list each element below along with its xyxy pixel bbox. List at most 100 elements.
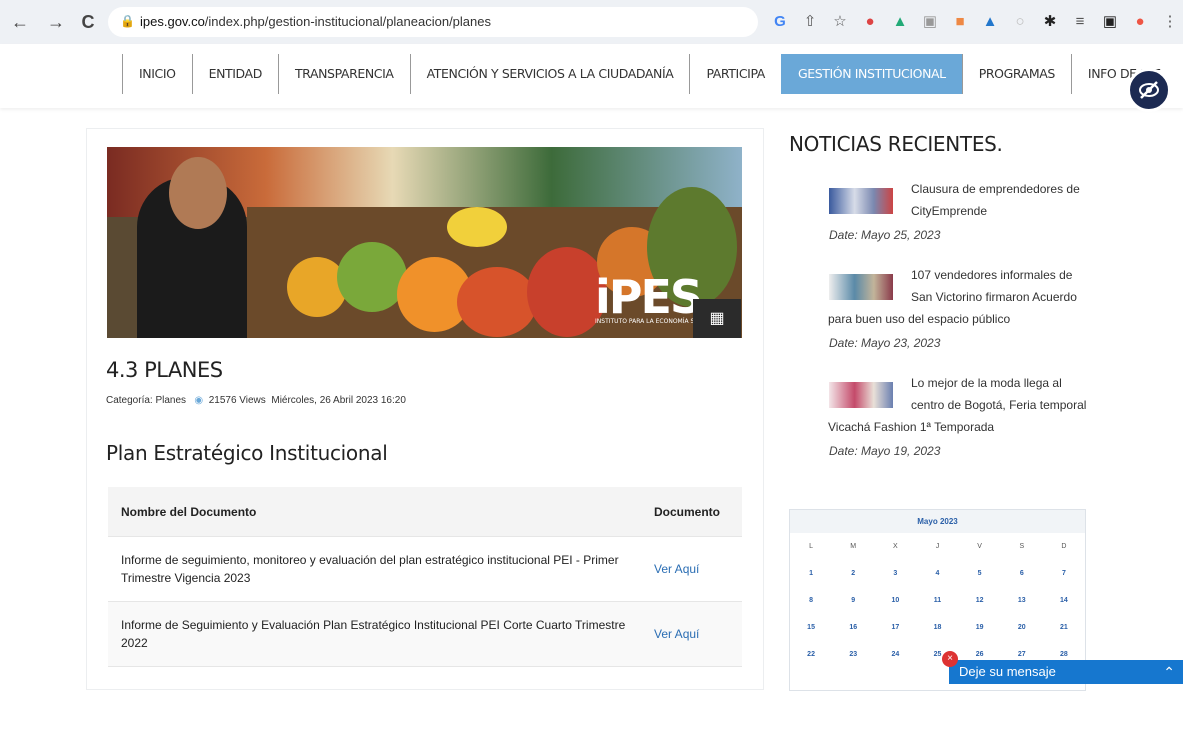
- weekday-label: J: [916, 533, 958, 560]
- views-count: 21576 Views: [209, 395, 266, 406]
- menu-icon[interactable]: ⋮: [1160, 12, 1180, 32]
- nav-item-inicio[interactable]: INICIO: [122, 54, 192, 94]
- star-icon[interactable]: ☆: [830, 12, 850, 32]
- extension-icon[interactable]: ■: [950, 12, 970, 32]
- profile-icon[interactable]: ●: [1130, 12, 1150, 32]
- news-title-line[interactable]: Vicachá Fashion 1ª Temporada: [828, 416, 1108, 438]
- news-title-line[interactable]: centro de Bogotá, Feria temporal: [911, 394, 1101, 416]
- nav-item-participa[interactable]: PARTICIPA: [689, 54, 781, 94]
- logo-text: iPES: [595, 270, 701, 324]
- site-navigation: INICIO ENTIDAD TRANSPARENCIA ATENCIÓN Y …: [0, 44, 1183, 108]
- calendar-day[interactable]: 12: [959, 587, 1001, 614]
- news-date: Date: Mayo 19, 2023: [829, 444, 940, 458]
- news-date: Date: Mayo 25, 2023: [829, 228, 940, 242]
- puzzle-icon[interactable]: ✱: [1040, 12, 1060, 32]
- calendar-day[interactable]: 22: [790, 641, 832, 668]
- url-path: /index.php/gestion-institucional/planeac…: [205, 14, 491, 29]
- address-bar[interactable]: 🔒 ipes.gov.co/index.php/gestion-instituc…: [108, 7, 758, 37]
- calendar-grid: L M X J V S D 1 2 3 4 5 6 7 8 9 10 11 12…: [790, 533, 1085, 668]
- extension-icon[interactable]: ●: [860, 12, 880, 32]
- calendar-day[interactable]: 7: [1043, 560, 1085, 587]
- calendar-day[interactable]: 8: [790, 587, 832, 614]
- lock-icon: 🔒: [120, 14, 135, 28]
- chevron-up-icon[interactable]: ⌃: [1163, 660, 1175, 684]
- ver-aqui-link[interactable]: Ver Aquí: [654, 562, 699, 576]
- extension-icon[interactable]: ○: [1010, 12, 1030, 32]
- calendar-week: 15 16 17 18 19 20 21: [790, 614, 1085, 641]
- calendar-day[interactable]: 15: [790, 614, 832, 641]
- calendar-day[interactable]: 18: [916, 614, 958, 641]
- chat-label[interactable]: Deje su mensaje: [959, 660, 1056, 684]
- reload-button[interactable]: C: [78, 12, 98, 32]
- extension-icon[interactable]: ▲: [890, 12, 910, 32]
- news-title-line[interactable]: CityEmprende: [911, 200, 1101, 222]
- calendar-day[interactable]: 23: [832, 641, 874, 668]
- calendar-day[interactable]: 14: [1043, 587, 1085, 614]
- nav-item-programas[interactable]: PROGRAMAS: [962, 54, 1071, 94]
- news-title-line[interactable]: para buen uso del espacio público: [828, 308, 1108, 330]
- back-button[interactable]: ←: [10, 12, 30, 32]
- main-menu: INICIO ENTIDAD TRANSPARENCIA ATENCIÓN Y …: [122, 54, 1176, 94]
- table-row: Informe de Seguimiento y Evaluación Plan…: [108, 602, 742, 667]
- news-title-line[interactable]: Lo mejor de la moda llega al: [911, 372, 1101, 394]
- close-icon[interactable]: ×: [942, 651, 958, 667]
- calendar-day[interactable]: 19: [959, 614, 1001, 641]
- weekday-label: D: [1043, 533, 1085, 560]
- table-header: Nombre del Documento Documento: [108, 487, 742, 537]
- calendar-month[interactable]: Mayo 2023: [790, 510, 1085, 533]
- share-icon[interactable]: ⇧: [800, 12, 820, 32]
- translate-icon[interactable]: G: [770, 12, 790, 32]
- nav-item-atencion[interactable]: ATENCIÓN Y SERVICIOS A LA CIUDADANÍA: [410, 54, 690, 94]
- nav-item-transparencia[interactable]: TRANSPARENCIA: [278, 54, 410, 94]
- url-text: ipes.gov.co/index.php/gestion-institucio…: [140, 14, 491, 29]
- category-link[interactable]: Categoría: Planes: [106, 395, 186, 406]
- calendar-day[interactable]: 17: [874, 614, 916, 641]
- news-title-line[interactable]: San Victorino firmaron Acuerdo: [911, 286, 1101, 308]
- calendar-day[interactable]: 24: [874, 641, 916, 668]
- weekday-label: M: [832, 533, 874, 560]
- document-name: Informe de seguimiento, monitoreo y eval…: [108, 537, 641, 602]
- playlist-icon[interactable]: ≡: [1070, 12, 1090, 32]
- calendar-day[interactable]: 3: [874, 560, 916, 587]
- document-name: Informe de Seguimiento y Evaluación Plan…: [108, 602, 641, 667]
- news-thumbnail[interactable]: [829, 188, 893, 214]
- ver-aqui-link[interactable]: Ver Aquí: [654, 627, 699, 641]
- calendar-day[interactable]: 4: [916, 560, 958, 587]
- section-title: Plan Estratégico Institucional: [106, 441, 387, 465]
- calendar-day[interactable]: 13: [1001, 587, 1043, 614]
- weekday-label: V: [959, 533, 1001, 560]
- calendar-week: 1 2 3 4 5 6 7: [790, 560, 1085, 587]
- browser-toolbar: ← → C 🔒 ipes.gov.co/index.php/gestion-in…: [0, 0, 1183, 45]
- news-title-line[interactable]: Clausura de emprendedores de: [911, 178, 1101, 200]
- calendar-day[interactable]: 2: [832, 560, 874, 587]
- calendar-day[interactable]: 5: [959, 560, 1001, 587]
- drive-icon[interactable]: ▲: [980, 12, 1000, 32]
- browser-extensions: G ⇧ ☆ ● ▲ ▣ ■ ▲ ○ ✱ ≡ ▣ ● ⋮: [770, 11, 1180, 33]
- calendar-day[interactable]: 16: [832, 614, 874, 641]
- column-header-document: Documento: [641, 487, 742, 537]
- nav-item-entidad[interactable]: ENTIDAD: [192, 54, 278, 94]
- weekday-label: X: [874, 533, 916, 560]
- calendar-day[interactable]: 10: [874, 587, 916, 614]
- article-meta: Categoría: Planes ◉ 21576 Views Miércole…: [106, 395, 406, 406]
- image-icon[interactable]: ▦: [693, 299, 741, 338]
- calendar-day[interactable]: 1: [790, 560, 832, 587]
- eye-slash-icon: [1138, 79, 1160, 101]
- camera-icon[interactable]: ▣: [920, 12, 940, 32]
- calendar-day[interactable]: 9: [832, 587, 874, 614]
- page-title: 4.3 PLANES: [106, 358, 223, 382]
- news-thumbnail[interactable]: [829, 274, 893, 300]
- nav-item-gestion-institucional[interactable]: GESTIÓN INSTITUCIONAL: [781, 54, 962, 94]
- forward-button[interactable]: →: [46, 12, 66, 32]
- recent-news-heading: NOTICIAS RECIENTES.: [789, 132, 1003, 156]
- chat-bar[interactable]: Deje su mensaje ⌃: [949, 660, 1183, 684]
- news-thumbnail[interactable]: [829, 382, 893, 408]
- url-host: ipes.gov.co: [140, 14, 205, 29]
- calendar-day[interactable]: 11: [916, 587, 958, 614]
- calendar-day[interactable]: 21: [1043, 614, 1085, 641]
- calendar-day[interactable]: 6: [1001, 560, 1043, 587]
- accessibility-button[interactable]: [1127, 68, 1171, 112]
- sidepanel-icon[interactable]: ▣: [1100, 12, 1120, 32]
- news-title-line[interactable]: 107 vendedores informales de: [911, 264, 1101, 286]
- calendar-day[interactable]: 20: [1001, 614, 1043, 641]
